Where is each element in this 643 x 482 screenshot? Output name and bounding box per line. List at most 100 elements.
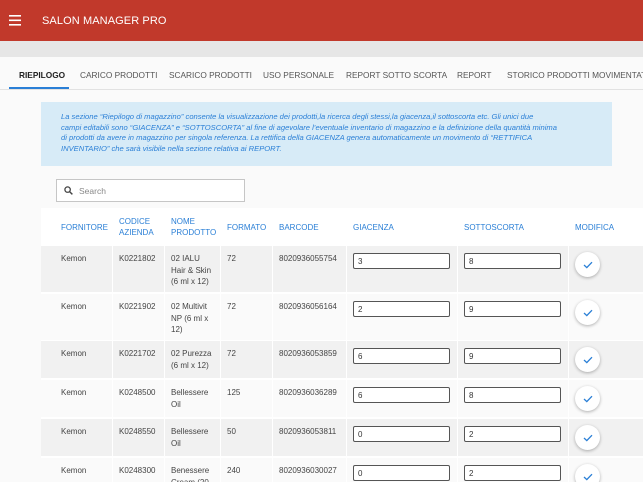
- tab-bar: RIEPILOGO CARICO PRODOTTI SCARICO PRODOT…: [0, 57, 643, 90]
- giacenza-input[interactable]: [353, 301, 450, 317]
- cell-nome-prodotto: Bellessere Oil: [171, 387, 208, 410]
- toolbar-strip: [0, 41, 643, 57]
- column-divider: [346, 294, 347, 340]
- tab-carico-prodotti[interactable]: CARICO PRODOTTI: [80, 57, 157, 89]
- cell-codice-azienda: K0221802: [119, 254, 156, 263]
- search-icon: [64, 186, 73, 195]
- info-panel: La sezione “Riepilogo di magazzino” cons…: [41, 102, 612, 166]
- cell-barcode: 8020936056164: [279, 302, 337, 311]
- cell-formato: 50: [227, 427, 236, 436]
- confirm-edit-button[interactable]: [575, 464, 600, 482]
- column-divider: [164, 419, 165, 456]
- tab-report[interactable]: REPORT: [457, 57, 491, 89]
- tab-scarico-prodotti[interactable]: SCARICO PRODOTTI: [169, 57, 252, 89]
- search-box[interactable]: [56, 179, 245, 202]
- column-divider: [112, 419, 113, 456]
- nome-line: NP (6 ml x: [171, 313, 209, 323]
- nome-line: 02 Purezza: [171, 349, 212, 358]
- giacenza-input[interactable]: [353, 348, 450, 364]
- cell-fornitore: Kemon: [61, 466, 87, 475]
- cell-formato: 72: [227, 349, 236, 358]
- header-sottoscorta[interactable]: SOTTOSCORTA: [464, 222, 524, 233]
- active-tab-indicator: [9, 87, 69, 89]
- cell-formato: 125: [227, 388, 241, 397]
- header-codice-azienda[interactable]: CODICE AZIENDA: [119, 216, 154, 238]
- sottoscorta-input[interactable]: [464, 465, 561, 481]
- column-divider: [272, 458, 273, 482]
- giacenza-input[interactable]: [353, 253, 450, 269]
- table-row: Kemon K0248500 Bellessere Oil 125 80209360362…: [41, 380, 643, 417]
- column-divider: [272, 341, 273, 378]
- column-divider: [346, 419, 347, 456]
- column-divider: [457, 246, 458, 292]
- cell-codice-azienda: K0248500: [119, 388, 156, 397]
- info-line: La sezione “Riepilogo di magazzino” cons…: [61, 112, 534, 121]
- confirm-edit-button[interactable]: [575, 386, 600, 411]
- check-icon: [583, 395, 592, 403]
- table-header: FORNITORE CODICE AZIENDA NOME PRODOTTO FOR…: [41, 208, 643, 245]
- header-fornitore[interactable]: FORNITORE: [61, 222, 108, 233]
- column-divider: [164, 458, 165, 482]
- giacenza-input[interactable]: [353, 465, 450, 481]
- column-divider: [568, 380, 569, 417]
- confirm-edit-button[interactable]: [575, 425, 600, 450]
- column-divider: [568, 341, 569, 378]
- tab-uso-personale[interactable]: USO PERSONALE: [263, 57, 334, 89]
- column-divider: [220, 380, 221, 417]
- menu-icon: [9, 15, 21, 26]
- cell-barcode: 8020936055754: [279, 254, 337, 263]
- cell-codice-azienda: K0248550: [119, 427, 156, 436]
- cell-barcode: 8020936030027: [279, 466, 337, 475]
- cell-codice-azienda: K0248300: [119, 466, 156, 475]
- column-divider: [112, 341, 113, 378]
- cell-barcode: 8020936036289: [279, 388, 337, 397]
- confirm-edit-button[interactable]: [575, 347, 600, 372]
- column-divider: [220, 246, 221, 292]
- header-giacenza[interactable]: GIACENZA: [353, 222, 394, 233]
- header-formato[interactable]: FORMATO: [227, 222, 266, 233]
- sottoscorta-input[interactable]: [464, 387, 561, 403]
- tab-storico-prodotti-movimentati[interactable]: STORICO PRODOTTI MOVIMENTATI: [507, 57, 643, 89]
- column-divider: [164, 246, 165, 292]
- column-divider: [272, 246, 273, 292]
- nome-line: Bellessere: [171, 427, 209, 436]
- cell-nome-prodotto: 02 Multivit NP (6 ml x 12): [171, 301, 208, 336]
- tab-report-sotto-scorta[interactable]: REPORT SOTTO SCORTA: [346, 57, 447, 89]
- cell-nome-prodotto: Bellessere Oil: [171, 426, 208, 449]
- nome-line: (6 ml x 12): [171, 360, 209, 370]
- tab-riepilogo[interactable]: RIEPILOGO: [19, 57, 65, 89]
- column-divider: [457, 419, 458, 456]
- column-divider: [272, 380, 273, 417]
- column-divider: [220, 458, 221, 482]
- cell-fornitore: Kemon: [61, 388, 87, 397]
- confirm-edit-button[interactable]: [575, 252, 600, 277]
- nome-line: Benessere: [171, 466, 210, 475]
- column-divider: [112, 458, 113, 482]
- search-input[interactable]: [79, 185, 229, 196]
- nome-line: (6 ml x 12): [171, 277, 209, 286]
- column-divider: [568, 458, 569, 482]
- giacenza-input[interactable]: [353, 387, 450, 403]
- nome-line: 02 Multivit: [171, 302, 208, 311]
- sottoscorta-input[interactable]: [464, 426, 561, 442]
- menu-button[interactable]: [0, 0, 36, 41]
- header-nome-prodotto[interactable]: NOME PRODOTTO: [171, 216, 216, 238]
- info-line: di prodotti da avere in magazzino per si…: [61, 133, 533, 143]
- column-divider: [457, 341, 458, 378]
- column-divider: [112, 294, 113, 340]
- cell-formato: 240: [227, 466, 241, 475]
- column-divider: [457, 294, 458, 340]
- column-divider: [220, 419, 221, 456]
- header-barcode[interactable]: BARCODE: [279, 222, 319, 233]
- column-divider: [346, 341, 347, 378]
- column-divider: [457, 380, 458, 417]
- confirm-edit-button[interactable]: [575, 300, 600, 325]
- header-modifica[interactable]: MODIFICA: [575, 222, 614, 233]
- table-row: Kemon K0248300 Benessere Cream (20 240 802093…: [41, 458, 643, 482]
- sottoscorta-input[interactable]: [464, 348, 561, 364]
- giacenza-input[interactable]: [353, 426, 450, 442]
- cell-barcode: 8020936053859: [279, 349, 337, 358]
- sottoscorta-input[interactable]: [464, 253, 561, 269]
- sottoscorta-input[interactable]: [464, 301, 561, 317]
- check-icon: [583, 434, 592, 442]
